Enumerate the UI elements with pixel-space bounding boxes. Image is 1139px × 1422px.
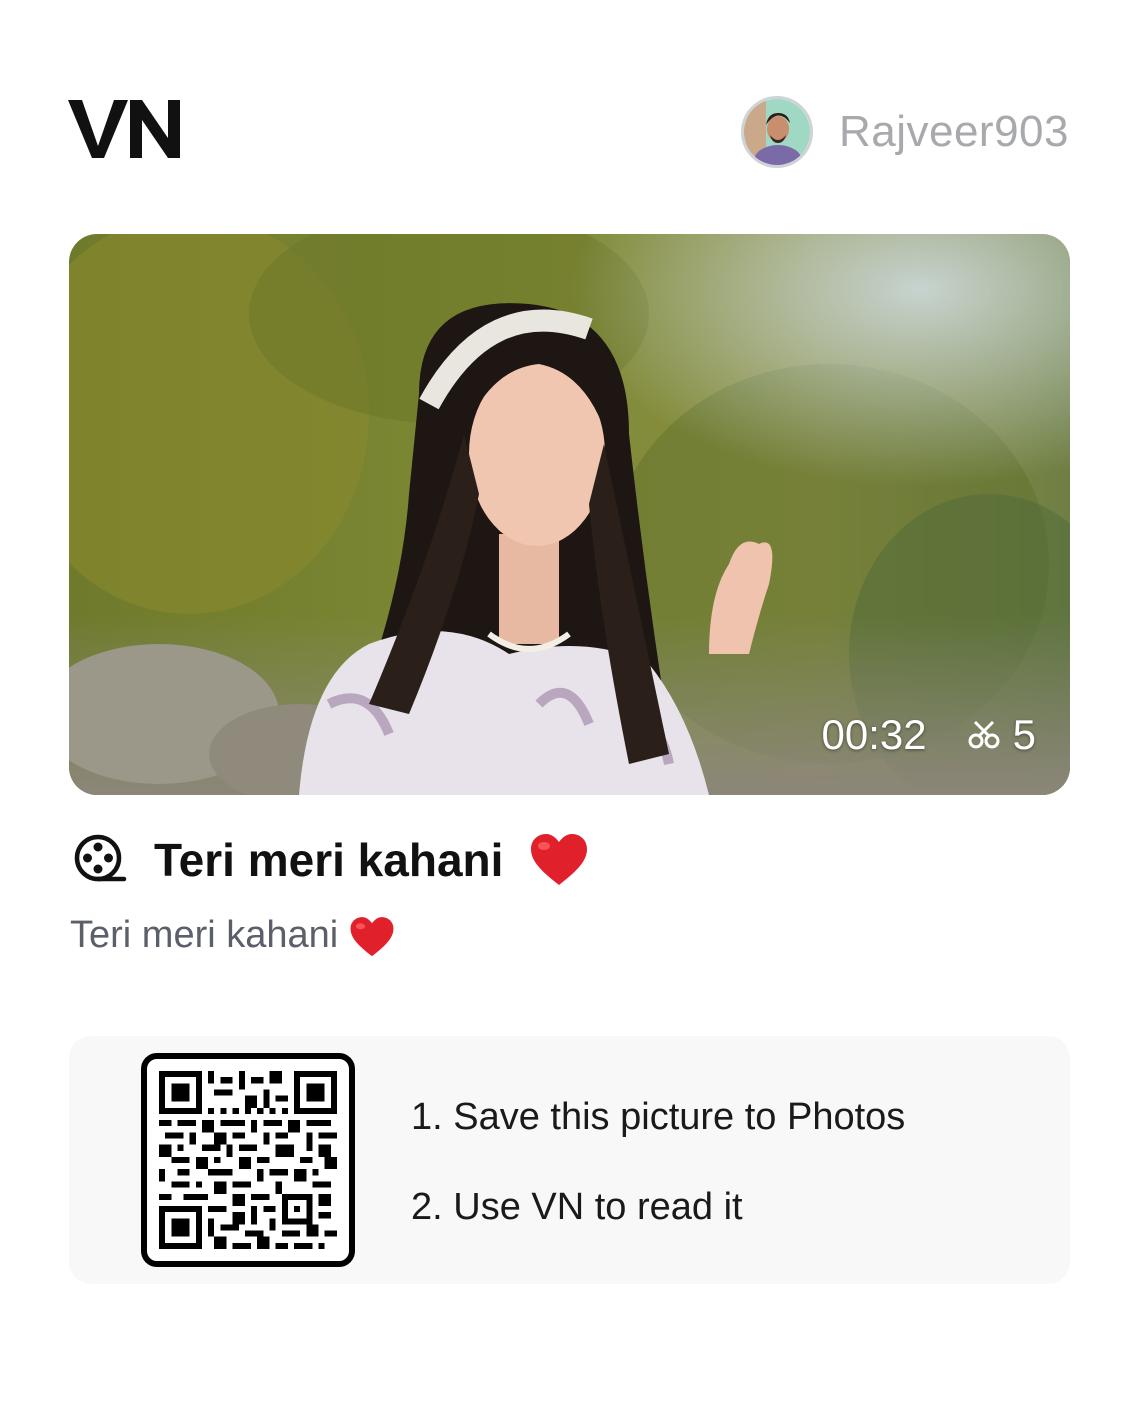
qr-code-image [159,1071,337,1249]
video-thumbnail[interactable]: 00:32 5 [69,234,1070,795]
project-title-row: Teri meri kahani [72,832,589,888]
qr-panel: 1. Save this picture to Photos 2. Use VN… [69,1036,1070,1284]
film-reel-icon [74,834,127,882]
project-title: Teri meri kahani [154,834,504,886]
qr-code[interactable] [141,1053,355,1267]
scissors-icon [968,720,1000,749]
project-description: Teri meri kahani [70,914,395,958]
heart-emoji [350,917,394,957]
video-meta: 00:32 5 [822,711,1036,759]
vn-logo-icon [68,100,180,158]
username[interactable]: Rajveer903 [839,107,1069,157]
video-duration: 00:32 [821,711,927,758]
instruction-step-2: 2. Use VN to read it [411,1186,743,1228]
description-text: Teri meri kahani [70,914,339,956]
heart-emoji [531,834,588,885]
clip-count-value: 5 [1012,711,1036,758]
clip-count: 5 [967,711,1036,759]
user-info[interactable]: Rajveer903 [740,96,1069,168]
instruction-step-1: 1. Save this picture to Photos [411,1096,906,1138]
share-card: Rajveer903 00:32 5 Teri meri kahani Teri… [0,0,1139,1422]
avatar[interactable] [740,96,813,168]
